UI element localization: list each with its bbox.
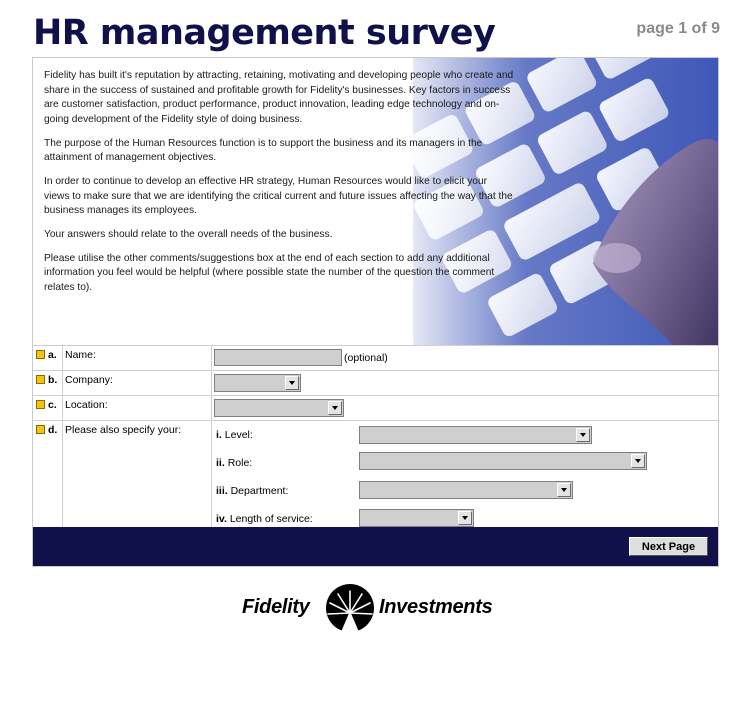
pyramid-logo-icon xyxy=(326,584,374,632)
optional-note: (optional) xyxy=(344,351,388,364)
form-row-name: a. Name: (optional) xyxy=(33,345,718,371)
field-number: iii. xyxy=(216,485,228,497)
department-label: Department: xyxy=(230,485,289,497)
chevron-down-icon[interactable] xyxy=(458,511,472,525)
fidelity-investments-logo: Fidelity Investments xyxy=(242,583,512,633)
field-number: ii. xyxy=(216,457,225,469)
level-select[interactable] xyxy=(359,426,592,444)
form-row-specify: d. Please also specify your: i. Level: i… xyxy=(33,420,718,530)
role-field: ii. Role: xyxy=(212,450,718,478)
name-input[interactable] xyxy=(214,349,342,366)
row-letter: d. xyxy=(48,424,58,436)
company-select[interactable] xyxy=(214,374,301,392)
row-letter: b. xyxy=(48,374,58,386)
chevron-down-icon[interactable] xyxy=(631,454,645,468)
role-label: Role: xyxy=(227,457,253,469)
survey-panel: Fidelity has built it's reputation by at… xyxy=(32,57,719,567)
company-label: Company: xyxy=(65,374,113,386)
chevron-down-icon[interactable] xyxy=(576,428,590,442)
chevron-down-icon[interactable] xyxy=(328,401,342,415)
intro-paragraph: Your answers should relate to the overal… xyxy=(44,228,333,240)
intro-paragraph: Please utilise the other comments/sugges… xyxy=(44,252,495,293)
page-indicator: page 1 of 9 xyxy=(636,20,720,37)
field-number: iv. xyxy=(216,513,227,525)
department-field: iii. Department: xyxy=(212,478,718,506)
level-label: Level: xyxy=(224,429,253,441)
bullet-square-icon xyxy=(36,425,45,434)
form-row-company: b. Company: xyxy=(33,370,718,396)
role-select[interactable] xyxy=(359,452,647,470)
bullet-square-icon xyxy=(36,400,45,409)
page-title: HR management survey xyxy=(33,13,496,53)
logo-right-text: Investments xyxy=(379,596,493,618)
intro-paragraph: Fidelity has built it's reputation by at… xyxy=(44,70,514,125)
intro-paragraph: The purpose of the Human Resources funct… xyxy=(44,137,483,164)
row-letter: c. xyxy=(48,399,57,411)
intro-text: Fidelity has built it's reputation by at… xyxy=(44,69,514,305)
name-label: Name: xyxy=(65,349,96,361)
length-of-service-select[interactable] xyxy=(359,509,474,527)
location-select[interactable] xyxy=(214,399,344,417)
row-letter: a. xyxy=(48,349,57,361)
chevron-down-icon[interactable] xyxy=(285,376,299,390)
bullet-square-icon xyxy=(36,350,45,359)
bullet-square-icon xyxy=(36,375,45,384)
logo-left-text: Fidelity xyxy=(242,596,310,618)
location-label: Location: xyxy=(65,399,108,411)
length-of-service-label: Length of service: xyxy=(229,513,313,525)
intro-section: Fidelity has built it's reputation by at… xyxy=(33,58,718,345)
details-form: a. Name: (optional) b. Company: c. Locat… xyxy=(33,345,718,530)
next-page-button[interactable]: Next Page xyxy=(629,537,708,556)
field-number: i. xyxy=(216,429,222,441)
department-select[interactable] xyxy=(359,481,573,499)
chevron-down-icon[interactable] xyxy=(557,483,571,497)
level-field: i. Level: xyxy=(212,422,718,450)
intro-paragraph: In order to continue to develop an effec… xyxy=(44,175,513,217)
footer-bar: Next Page xyxy=(33,527,718,566)
form-row-location: c. Location: xyxy=(33,395,718,421)
specify-label: Please also specify your: xyxy=(65,424,182,436)
